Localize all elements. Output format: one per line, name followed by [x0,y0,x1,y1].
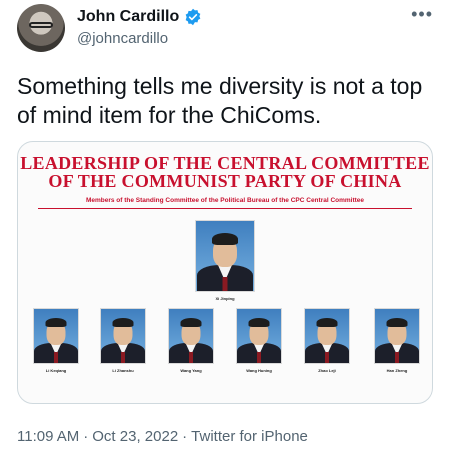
member-name: Li Zhanshu [112,368,134,373]
more-options-icon[interactable]: ••• [411,4,433,25]
poster-title-line2: OF THE COMMUNIST PARTY OF CHINA [48,171,402,191]
tweet-media-image[interactable]: LEADERSHIP OF THE CENTRAL COMMITTEE OF T… [17,141,433,404]
tweet-source[interactable]: Twitter for iPhone [191,428,308,445]
author-name-row[interactable]: John Cardillo [77,8,202,26]
meta-separator-2: · [182,428,188,445]
member-name: Wang Yang [180,368,202,373]
member-portrait [168,308,214,364]
tweet-time[interactable]: 11:09 AM [17,428,79,445]
tweet-text: Something tells me diversity is not a to… [17,73,423,128]
leader-portrait [195,220,255,292]
author-handle[interactable]: @johncardillo [77,30,168,47]
tweet-meta: 11:09 AM · Oct 23, 2022 · Twitter for iPhone [17,428,312,445]
member-name: Han Zheng [386,368,408,373]
member-portrait [304,308,350,364]
member-name: Li Keqiang [45,368,67,373]
verified-badge-icon [185,8,201,26]
poster-title-line1: LEADERSHIP OF THE CENTRAL COMMITTEE [20,153,430,173]
member-name: Zhao Leji [318,368,336,373]
meta-separator: · [83,428,89,445]
member-portrait [236,308,282,364]
poster-subtitle: Members of the Standing Committee of the… [85,197,365,204]
member-portrait [374,308,420,364]
leader-name: Xi Jinping [215,296,235,301]
poster-title: LEADERSHIP OF THE CENTRAL COMMITTEE OF T… [18,154,432,190]
avatar[interactable] [17,4,65,52]
member-name: Wang Huning [246,368,272,373]
member-portrait [100,308,146,364]
poster-divider [38,208,412,209]
display-name[interactable]: John Cardillo [77,8,179,26]
member-portrait [33,308,79,364]
glasses-detail [29,22,53,28]
tweet-date[interactable]: Oct 23, 2022 [92,428,178,445]
